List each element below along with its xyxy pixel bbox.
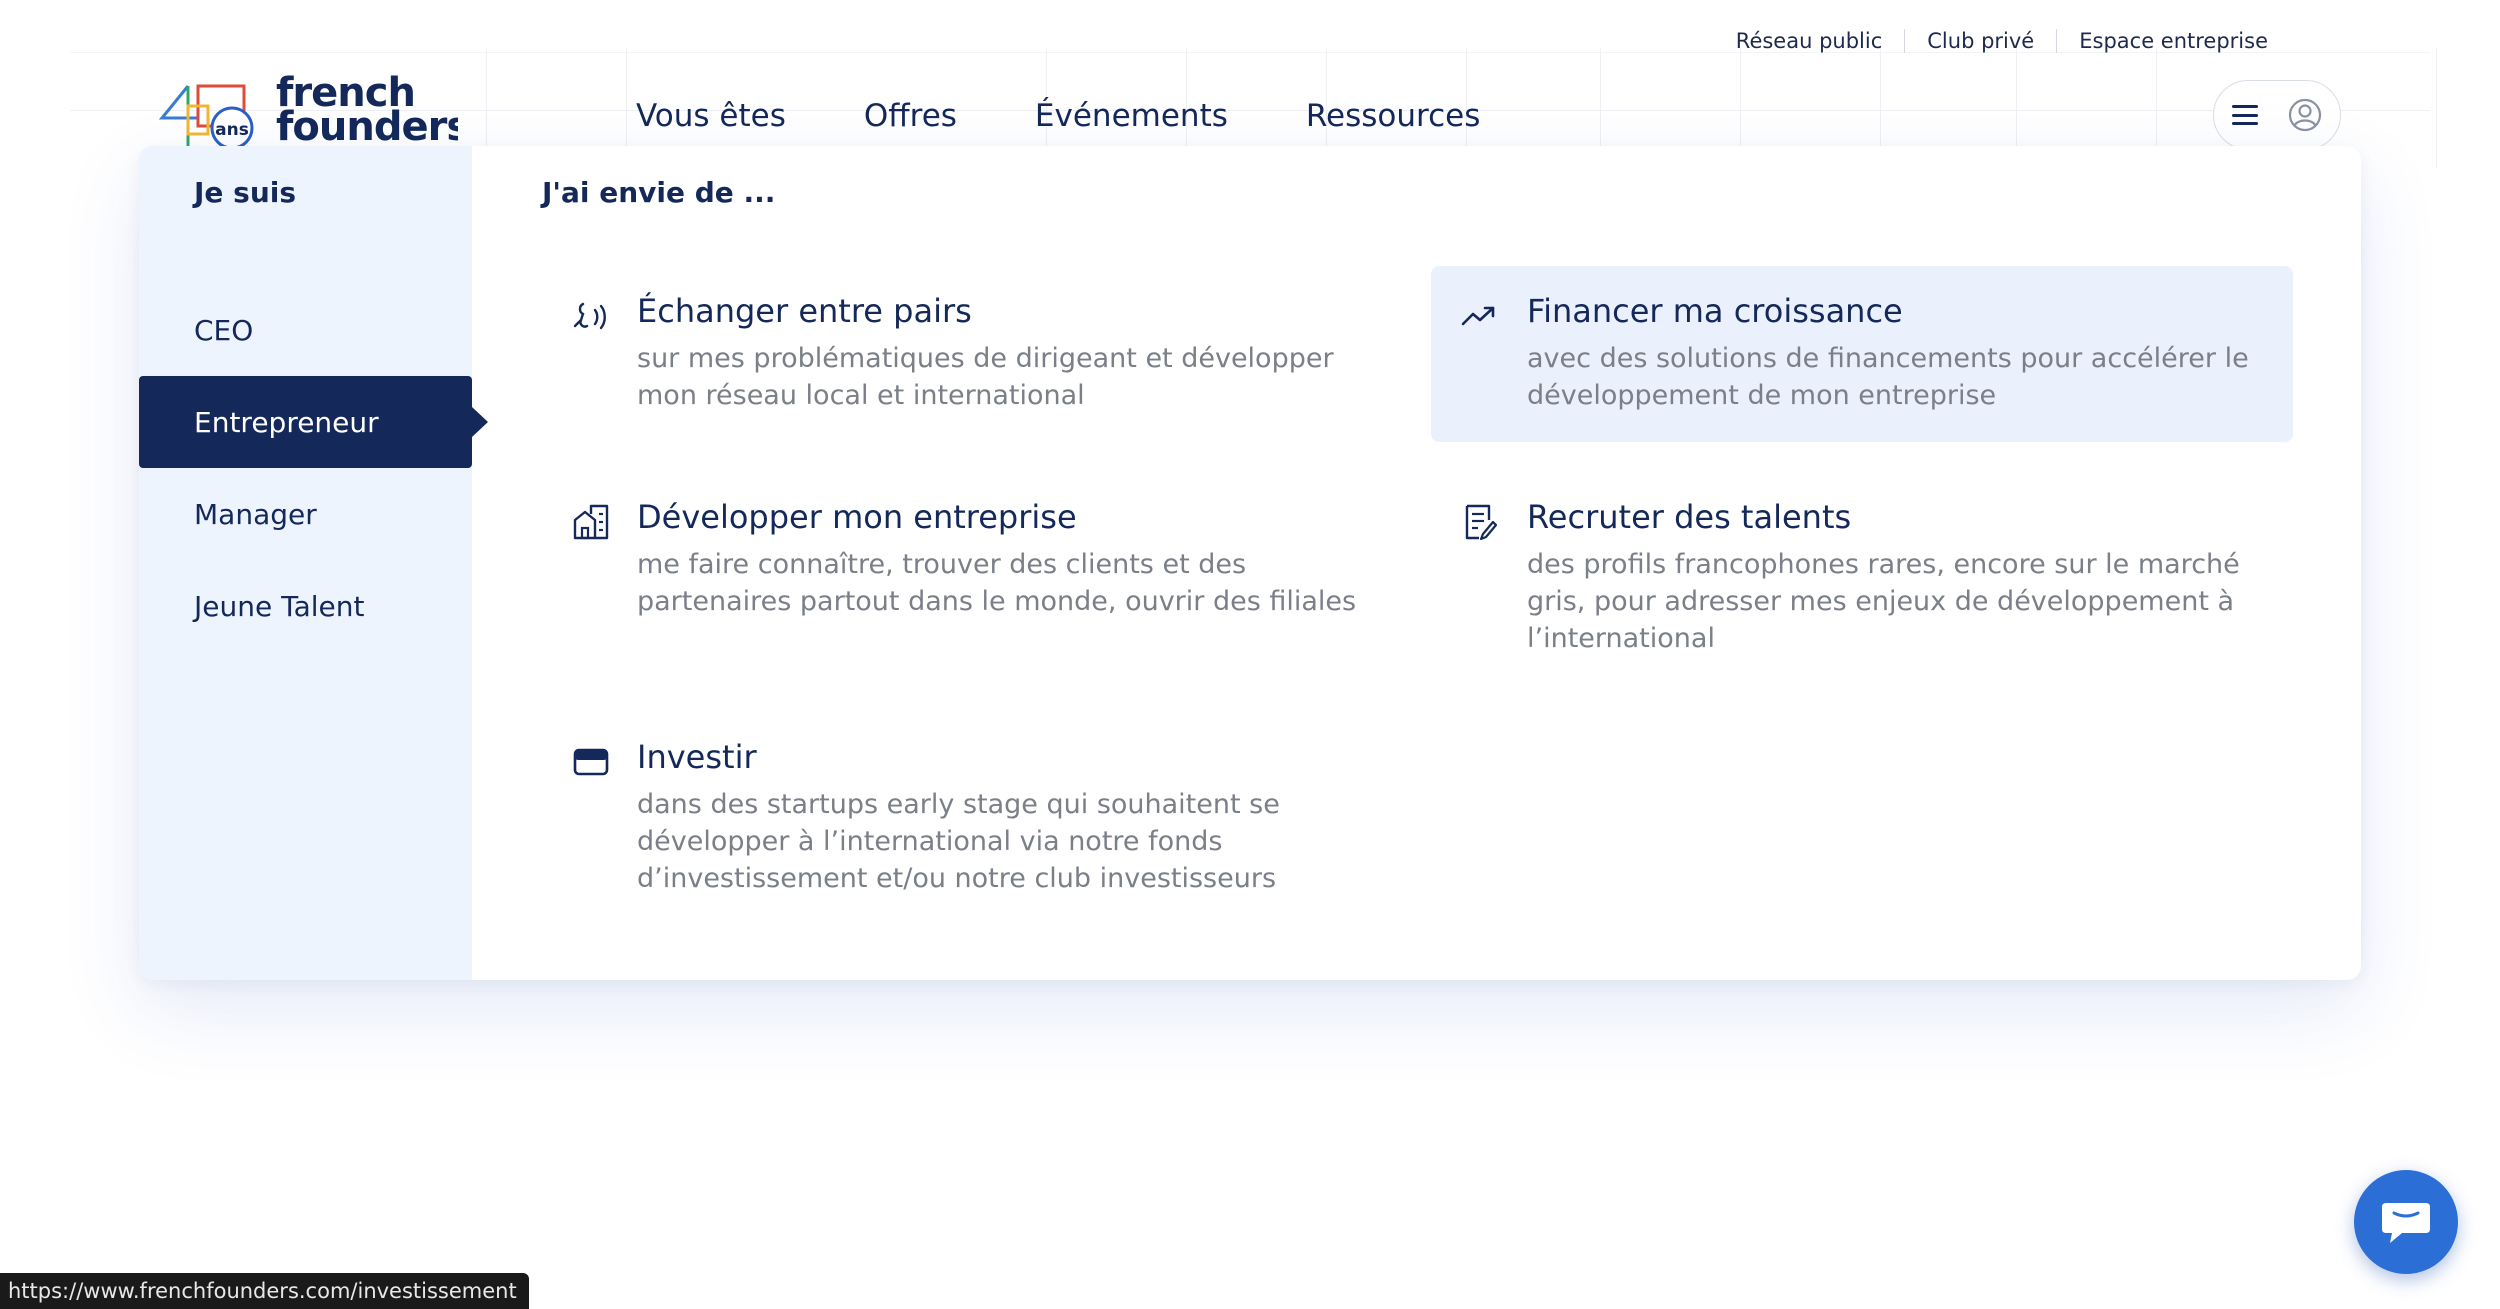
link-reseau-public[interactable]: Réseau public (1714, 29, 1904, 53)
sidebar-item-entrepreneur[interactable]: Entrepreneur (139, 376, 488, 468)
card-description: sur mes problématiques de dirigeant et d… (637, 343, 1334, 411)
account-menu-button[interactable] (2213, 80, 2341, 150)
user-circle-icon (2288, 98, 2322, 132)
document-edit-icon (1465, 504, 1498, 541)
svg-text:ans: ans (215, 120, 249, 140)
logo-wordmark: french founders (276, 74, 458, 148)
sidebar-heading: Je suis (194, 176, 297, 209)
buildings-icon (573, 504, 609, 540)
conversation-icon (573, 302, 606, 330)
sidebar-item-ceo[interactable]: CEO (139, 284, 472, 376)
link-club-prive[interactable]: Club privé (1905, 29, 2056, 53)
status-bar-url: https://www.frenchfounders.com/investiss… (0, 1273, 529, 1309)
card-title: Développer mon entreprise (637, 498, 1077, 536)
option-developper-mon-entreprise[interactable]: Développer mon entreprise me faire conna… (571, 472, 1433, 648)
card-title: Investir (637, 738, 757, 776)
main-nav: Vous êtes Offres Événements Ressources (636, 98, 1558, 134)
hamburger-menu-icon (2232, 105, 2258, 125)
option-investir[interactable]: Investir dans des startups early stage q… (571, 712, 1433, 922)
site-logo[interactable]: ans french founders (158, 74, 458, 148)
option-recruter-des-talents[interactable]: Recruter des talents des profils francop… (1431, 472, 2293, 682)
wallet-icon (573, 748, 609, 776)
card-description: avec des solutions de financements pour … (1527, 343, 2249, 411)
option-financer-ma-croissance[interactable]: Financer ma croissance avec des solution… (1431, 266, 2293, 442)
persona-sidebar: Je suis CEO Entrepreneur Manager Jeune T… (139, 146, 488, 980)
link-espace-entreprise[interactable]: Espace entreprise (2057, 29, 2290, 53)
nav-evenements[interactable]: Événements (1035, 98, 1228, 134)
chat-bubble-icon (2382, 1203, 2430, 1243)
card-description: dans des startups early stage qui souhai… (637, 789, 1280, 894)
card-title: Échanger entre pairs (637, 292, 972, 330)
nav-vous-etes[interactable]: Vous êtes (636, 98, 786, 134)
content-heading: J'ai envie de ... (542, 176, 776, 209)
sidebar-item-manager[interactable]: Manager (139, 468, 472, 560)
mega-menu-panel: Je suis CEO Entrepreneur Manager Jeune T… (139, 146, 2361, 980)
sidebar-item-jeune-talent[interactable]: Jeune Talent (139, 560, 472, 652)
trending-up-icon (1461, 306, 1495, 326)
card-title: Financer ma croissance (1527, 292, 1903, 330)
nav-offres[interactable]: Offres (864, 98, 957, 134)
top-utility-nav: Réseau public Club privé Espace entrepri… (1714, 26, 2290, 56)
chat-button[interactable] (2354, 1170, 2458, 1274)
card-title: Recruter des talents (1527, 498, 1852, 536)
logo-40-ans-mark: ans (158, 84, 254, 148)
card-description: des profils francophones rares, encore s… (1527, 549, 2240, 654)
option-echanger-entre-pairs[interactable]: Échanger entre pairs sur mes problématiq… (571, 266, 1433, 442)
nav-ressources[interactable]: Ressources (1306, 98, 1480, 134)
card-description: me faire connaître, trouver des clients … (637, 549, 1357, 617)
